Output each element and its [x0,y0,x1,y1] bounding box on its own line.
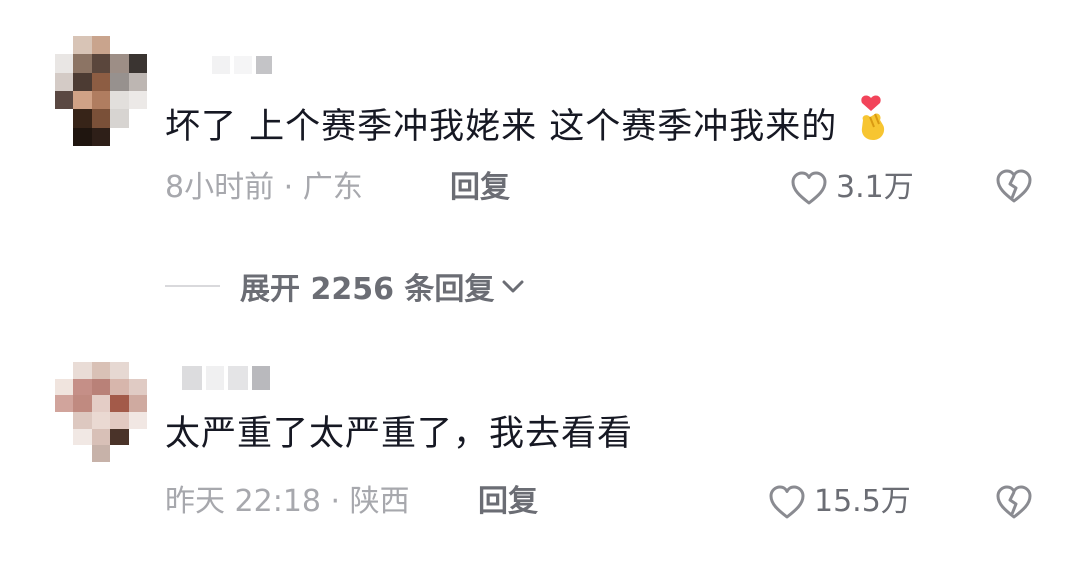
comment-text: 坏了 上个赛季冲我姥来 这个赛季冲我来的 [165,94,893,155]
like-button[interactable]: 3.1万 [790,168,914,208]
heart-outline-icon [791,171,827,205]
username-blurred[interactable] [212,56,272,74]
dislike-button[interactable] [995,484,1033,524]
username-blurred[interactable] [182,366,270,390]
avatar[interactable] [55,362,147,462]
finger-heart-emoji-icon [853,94,893,155]
comment-time: 昨天 22:18 [165,484,321,519]
comment-meta: 昨天 22:18 · 陕西 [165,484,410,519]
broken-heart-icon [996,485,1032,519]
chevron-down-icon [502,280,524,293]
comment-location: 陕西 [349,484,410,519]
reply-button[interactable]: 回复 [450,168,510,208]
broken-heart-icon [996,169,1032,203]
expand-replies-label: 展开 2256 条回复 [240,272,495,307]
comment-location: 广东 [302,170,363,205]
divider [165,285,220,287]
like-count: 3.1万 [836,170,914,205]
reply-button[interactable]: 回复 [478,482,538,522]
comment-text: 太严重了太严重了，我去看看 [165,414,634,454]
heart-outline-icon [769,485,805,519]
like-button[interactable]: 15.5万 [768,482,911,522]
comment-meta: 8小时前 · 广东 [165,170,363,205]
dislike-button[interactable] [995,168,1033,208]
like-count: 15.5万 [814,484,911,519]
expand-replies-button[interactable]: 展开 2256 条回复 [165,266,526,307]
comment-time: 8小时前 [165,170,275,205]
avatar[interactable] [55,36,147,146]
